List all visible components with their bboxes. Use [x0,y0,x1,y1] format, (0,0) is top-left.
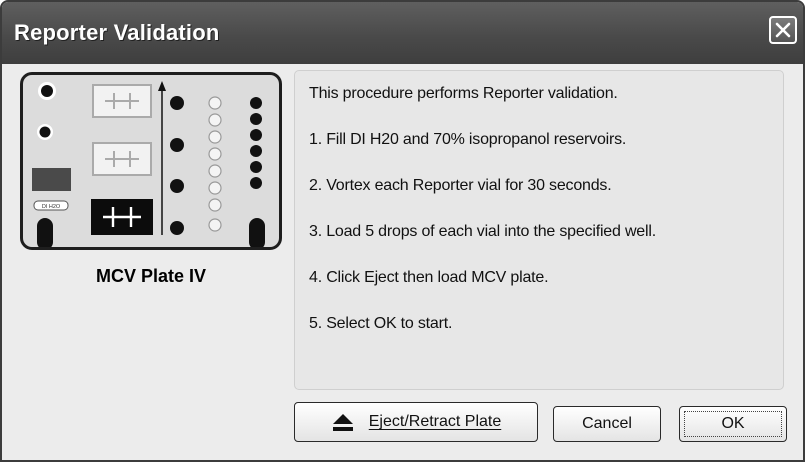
instructions-intro: This procedure performs Reporter validat… [309,85,618,102]
instruction-step: 1. Fill DI H20 and 70% isopropanol reser… [309,131,627,148]
close-icon [775,22,791,38]
plate-diagram-drawing: DI H2O [32,81,265,247]
title-bar[interactable]: Reporter Validation [2,2,803,64]
window-title: Reporter Validation [14,20,220,45]
ok-button[interactable]: OK [679,406,787,442]
cancel-button[interactable]: Cancel [553,406,661,442]
dialog-window: Reporter Validation DI H2O MCV Plate IV … [0,0,805,462]
instruction-step: 2. Vortex each Reporter vial for 30 seco… [309,177,612,194]
instructions-panel: This procedure performs Reporter validat… [294,70,784,390]
eject-icon [332,414,353,431]
focus-indicator [684,411,782,437]
instruction-step: 4. Click Eject then load MCV plate. [309,269,549,286]
eject-retract-label: Eject/Retract Plate [368,413,502,430]
eject-retract-button[interactable]: Eject/Retract Plate [294,402,538,442]
cancel-label: Cancel [582,415,632,432]
plate-name: MCV Plate IV [95,266,207,286]
plate-tag-label: DI H2O [42,204,61,210]
instruction-step: 3. Load 5 drops of each vial into the sp… [309,223,656,240]
dialog-body: DI H2O MCV Plate IV This procedure perfo… [2,64,803,460]
instruction-step: 5. Select OK to start. [309,315,453,332]
close-button[interactable] [769,16,797,44]
plate-diagram: DI H2O [20,72,282,250]
